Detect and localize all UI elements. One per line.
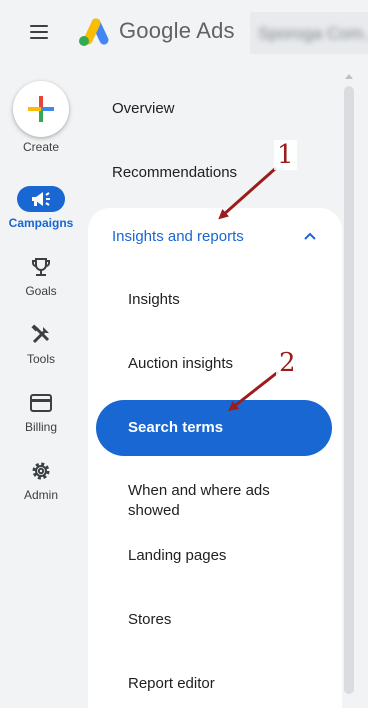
nav-item-label: Stores [128,611,172,628]
nav-item-label: Overview [112,99,175,117]
rail-item-billing[interactable]: Billing [0,390,82,450]
google-ads-logo-icon [79,18,109,46]
create-label: Create [22,140,60,154]
nav-item-stores[interactable]: Stores [96,588,332,652]
gear-icon [25,458,57,484]
nav-item-label: When and where ads showed [128,482,270,519]
tools-icon [25,322,57,348]
top-bar: Google Ads Sporoga Com... [0,0,368,64]
plus-icon [28,96,54,122]
rail-item-admin[interactable]: Admin [0,458,82,518]
rail-label-billing: Billing [24,420,57,434]
menu-icon [30,25,48,27]
rail-label-tools: Tools [26,352,55,366]
section-label: Insights and reports [112,227,244,245]
rail-label-admin: Admin [23,488,58,502]
nav-item-report-editor[interactable]: Report editor [96,652,332,708]
annotation-number-1: 1 [274,140,297,170]
menu-icon-line [30,31,48,33]
nav-item-overview[interactable]: Overview [96,76,332,140]
nav-item-label: Recommendations [112,163,238,181]
menu-icon-line [30,37,48,39]
rail-item-campaigns[interactable]: Campaigns [0,186,82,246]
product-name: Google Ads [119,18,235,43]
rail-item-goals[interactable]: Goals [0,254,82,314]
megaphone-icon [17,186,65,212]
rail-label-goals: Goals [25,284,57,298]
nav-item-recommendations[interactable]: Recommendations [96,140,332,204]
nav-item-landing-pages[interactable]: Landing pages [96,524,332,588]
scrollbar-thumb[interactable] [344,86,354,694]
nav-item-label: Landing pages [128,547,227,564]
nav-item-label: Auction insights [128,355,234,372]
scroll-up-arrow-icon[interactable] [344,72,354,80]
account-name-text: Sporoga Com... [258,24,368,43]
nav-item-insights[interactable]: Insights [96,268,332,332]
nav-item-label: Insights [128,291,180,308]
create-button[interactable] [13,81,69,137]
nav-scrollbar[interactable] [342,64,368,708]
nav-section-insights-and-reports[interactable]: Insights and reports [88,208,342,264]
nav-panel: Overview Recommendations Insights and re… [82,64,342,708]
main-menu-button[interactable] [26,20,54,44]
trophy-icon [25,254,57,280]
annotation-number-2: 2 [276,348,299,378]
nav-item-search-terms[interactable]: Search terms [96,400,332,456]
chevron-up-icon [304,232,316,240]
rail-item-tools[interactable]: Tools [0,322,82,382]
rail-label-campaigns: Campaigns [8,216,74,230]
nav-item-label: Search terms [128,419,224,436]
nav-item-label: Report editor [128,675,215,692]
credit-card-icon [25,390,57,416]
left-rail: Create Campaigns Goals Tools Billing Adm… [0,64,82,708]
account-name[interactable]: Sporoga Com... [250,12,368,54]
